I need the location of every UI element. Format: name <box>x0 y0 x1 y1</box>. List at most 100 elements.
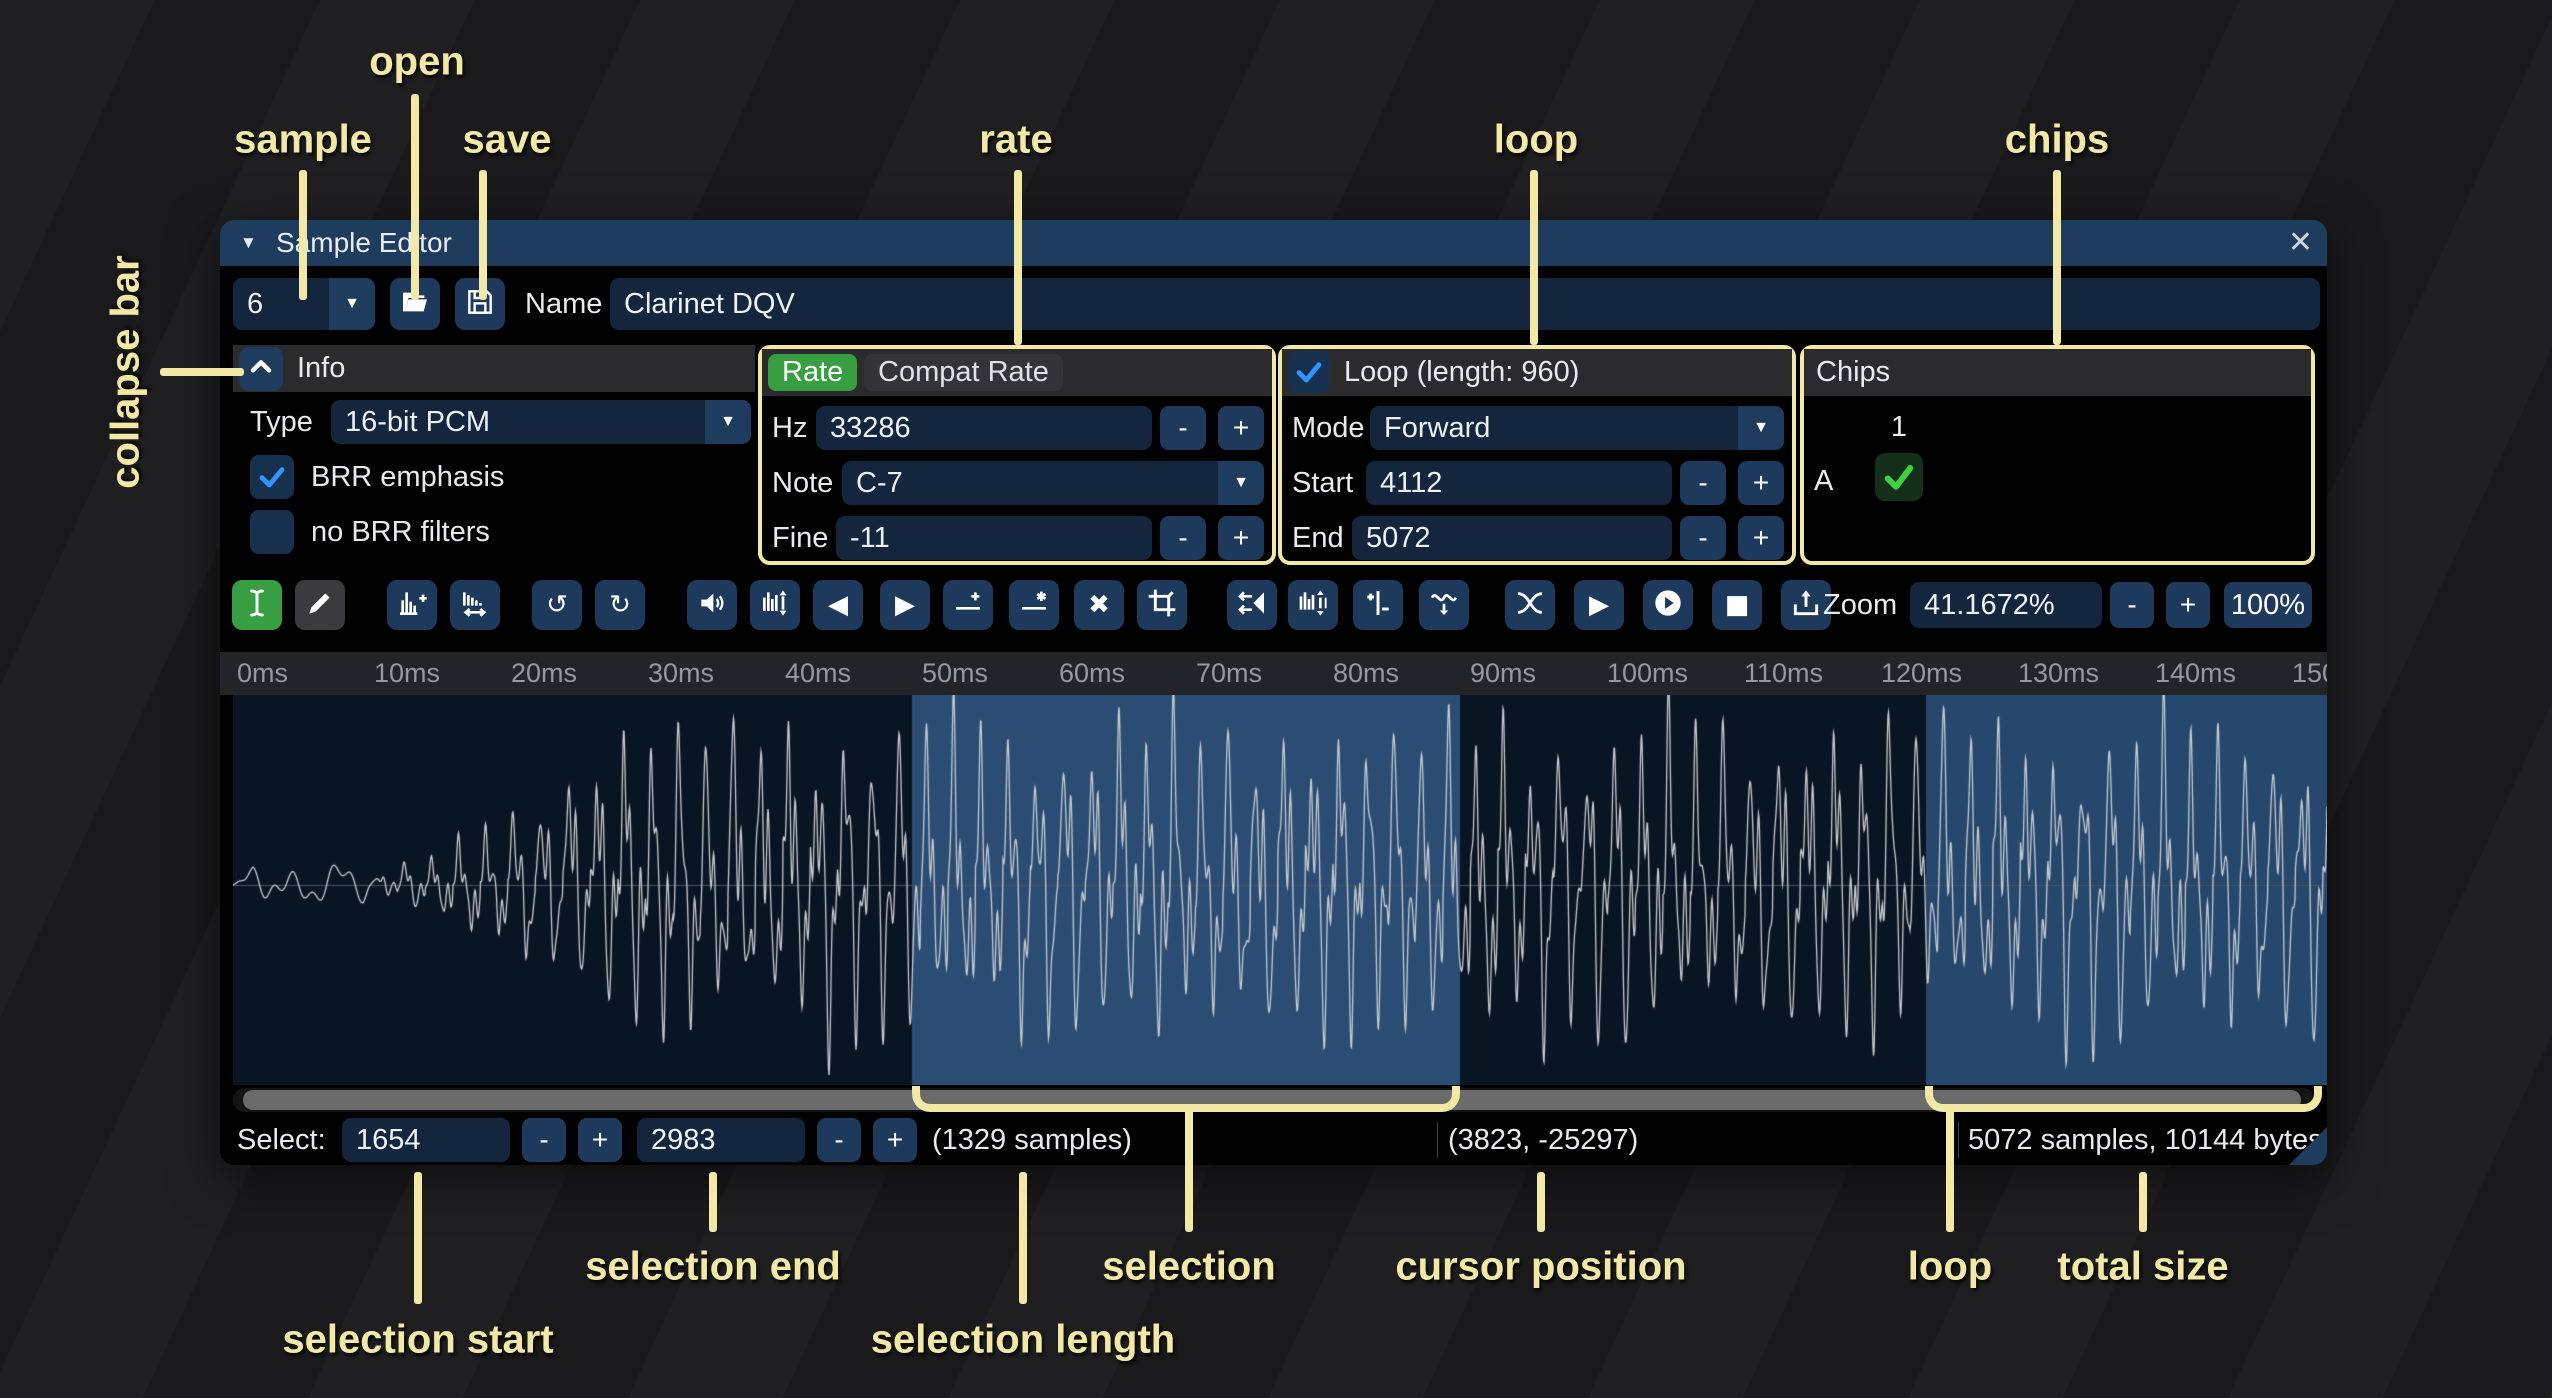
annotation-line-save <box>479 170 487 300</box>
note-label: Note <box>772 461 833 505</box>
annotation-selection-length: selection length <box>871 1318 1176 1363</box>
note-dropdown[interactable]: C-7 ▼ <box>842 461 1264 505</box>
annotation-line-chips <box>2053 170 2061 345</box>
chevron-down-icon[interactable]: ▼ <box>329 278 375 330</box>
ruler-label: 130ms <box>2018 652 2099 695</box>
filter-button[interactable] <box>1419 580 1469 630</box>
ruler-label: 100ms <box>1607 652 1688 695</box>
loop-enable-checkbox[interactable] <box>1288 351 1330 393</box>
normalize-button[interactable] <box>750 580 800 630</box>
preview-button[interactable]: ▶ <box>1574 580 1624 630</box>
resize-button[interactable] <box>387 580 437 630</box>
window-collapse-icon[interactable]: ▼ <box>240 220 257 266</box>
delete-button[interactable]: ✖ <box>1074 580 1124 630</box>
loop-mode-dropdown[interactable]: Forward ▼ <box>1370 406 1784 450</box>
info-panel-title: Info <box>297 345 345 392</box>
selection-end-field[interactable]: 2983 <box>637 1118 805 1162</box>
annotation-open: open <box>369 40 465 85</box>
loop-start-field[interactable]: 4112 <box>1366 461 1672 505</box>
chevron-down-icon[interactable]: ▼ <box>1218 461 1264 505</box>
chevron-down-icon[interactable]: ▼ <box>1738 406 1784 450</box>
ruler-label: 20ms <box>511 652 577 695</box>
waveform-canvas[interactable] <box>233 695 2327 1085</box>
annotation-selection-end: selection end <box>585 1245 841 1290</box>
insert-silence-button[interactable] <box>943 580 993 630</box>
hz-field[interactable]: 33286 <box>816 406 1152 450</box>
info-panel: Info Type 16-bit PCM ▼ BRR emphasis no B… <box>233 345 755 565</box>
hz-minus-button[interactable]: - <box>1160 406 1206 450</box>
fade-out-button[interactable]: ▶ <box>880 580 930 630</box>
hz-plus-button[interactable]: + <box>1218 406 1264 450</box>
sign-button[interactable] <box>1353 580 1403 630</box>
loop-start-minus-button[interactable]: - <box>1680 461 1726 505</box>
close-icon[interactable]: ✕ <box>2288 220 2313 266</box>
selection-end-minus-button[interactable]: - <box>817 1118 861 1162</box>
zoom-plus-button[interactable]: + <box>2166 582 2210 628</box>
reverse-button[interactable] <box>1227 580 1277 630</box>
amplify-button[interactable] <box>687 580 737 630</box>
window-titlebar[interactable]: ▼ Sample Editor ✕ <box>220 220 2327 266</box>
preview-selection-button[interactable] <box>1643 580 1693 630</box>
selection-start-field[interactable]: 1654 <box>342 1118 510 1162</box>
tab-rate[interactable]: Rate <box>768 354 857 391</box>
zoom-reset-button[interactable]: 100% <box>2224 582 2312 628</box>
selection-start-plus-button[interactable]: + <box>578 1118 622 1162</box>
tab-compat-rate[interactable]: Compat Rate <box>864 354 1063 391</box>
redo-button[interactable]: ↻ <box>595 580 645 630</box>
annotation-line-selection <box>1185 1108 1193 1232</box>
fade-in-button[interactable]: ◀ <box>813 580 863 630</box>
loop-start-plus-button[interactable]: + <box>1738 461 1784 505</box>
no-brr-filters-checkbox[interactable] <box>250 510 294 554</box>
sample-name-field[interactable]: Clarinet DQV <box>610 278 2320 330</box>
stop-button[interactable]: ■ <box>1712 580 1762 630</box>
window-resize-grip[interactable] <box>2289 1127 2327 1165</box>
sample-type-dropdown[interactable]: 16-bit PCM ▼ <box>331 400 751 444</box>
zoom-field[interactable]: 41.1672% <box>1910 582 2102 628</box>
trim-button[interactable] <box>1137 580 1187 630</box>
rate-panel: Rate Compat Rate Hz 33286 - + Note C-7 ▼… <box>758 345 1276 565</box>
annotation-save: save <box>463 118 552 163</box>
ruler-label: 140ms <box>2155 652 2236 695</box>
time-ruler[interactable]: 0ms10ms20ms30ms40ms50ms60ms70ms80ms90ms1… <box>220 652 2327 695</box>
brr-emphasis-checkbox[interactable] <box>250 455 294 499</box>
chevron-down-icon[interactable]: ▼ <box>705 400 751 444</box>
ruler-label: 120ms <box>1881 652 1962 695</box>
ruler-label: 60ms <box>1059 652 1125 695</box>
undo-button[interactable]: ↺ <box>532 580 582 630</box>
loop-end-minus-button[interactable]: - <box>1680 516 1726 560</box>
ruler-label: 10ms <box>374 652 440 695</box>
apply-silence-button[interactable] <box>1009 580 1059 630</box>
sample-number-value: 6 <box>247 278 263 330</box>
annotation-line-total-size <box>2139 1172 2147 1232</box>
selection-end-plus-button[interactable]: + <box>873 1118 917 1162</box>
annotation-line-cursor-position <box>1537 1172 1545 1232</box>
chips-panel-title: Chips <box>1816 349 1890 396</box>
resample-button[interactable] <box>450 580 500 630</box>
resample-waveform-icon <box>459 587 491 624</box>
delete-x-icon: ✖ <box>1088 592 1110 618</box>
loop-end-plus-button[interactable]: + <box>1738 516 1784 560</box>
fine-field[interactable]: -11 <box>836 516 1152 560</box>
invert-button[interactable] <box>1288 580 1338 630</box>
fine-plus-button[interactable]: + <box>1218 516 1264 560</box>
chips-panel: Chips 1 A <box>1800 345 2315 565</box>
ruler-label: 110ms <box>1744 652 1823 695</box>
loop-end-field[interactable]: 5072 <box>1352 516 1672 560</box>
crossfade-button[interactable] <box>1505 580 1555 630</box>
draw-tool-button[interactable] <box>295 580 345 630</box>
chip-a-checkbox[interactable] <box>1875 453 1923 501</box>
loop-start-label: Start <box>1292 461 1353 505</box>
zoom-minus-button[interactable]: - <box>2110 582 2154 628</box>
fade-in-icon: ◀ <box>828 592 848 618</box>
fine-minus-button[interactable]: - <box>1160 516 1206 560</box>
invert-waveform-icon <box>1297 587 1329 624</box>
collapse-bar-button[interactable] <box>239 347 283 391</box>
ruler-label: 80ms <box>1333 652 1399 695</box>
annotation-line-selection-end <box>709 1172 717 1232</box>
insert-silence-icon <box>952 587 984 624</box>
annotation-chips: chips <box>2005 118 2109 163</box>
select-tool-button[interactable] <box>232 580 282 630</box>
select-label: Select: <box>237 1115 326 1165</box>
loop-end-label: End <box>1292 516 1344 560</box>
selection-start-minus-button[interactable]: - <box>522 1118 566 1162</box>
